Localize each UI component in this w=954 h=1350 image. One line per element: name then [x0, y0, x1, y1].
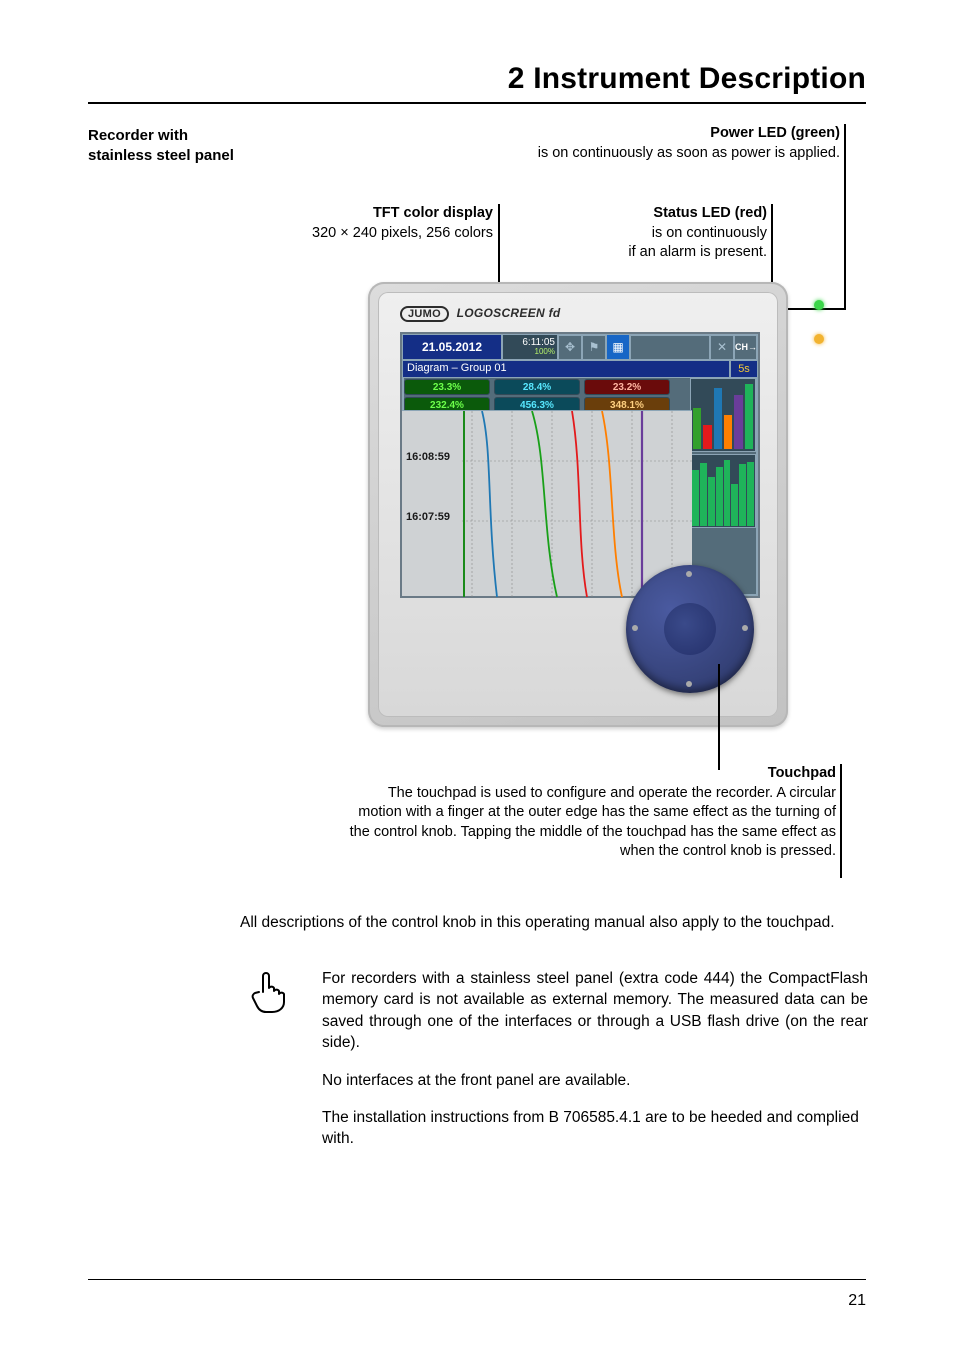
trend-lines: [402, 411, 692, 597]
tft-screen[interactable]: 21.05.2012 6:11:05 100% ✥ ⚑ ▦ ✕ CH→ Diag…: [400, 332, 760, 598]
note-text: For recorders with a stainless steel pan…: [322, 968, 868, 1166]
power-led: [814, 300, 824, 310]
callout-status-led-title: Status LED (red): [653, 205, 767, 221]
callout-power-led: Power LED (green) is on continuously as …: [470, 124, 840, 163]
status-led: [814, 334, 824, 344]
nav-icon[interactable]: ✥: [558, 334, 582, 360]
callout-status-led-text2: if an alarm is present.: [628, 244, 767, 260]
time-label: 16:08:59: [406, 451, 450, 463]
toolbar-spacer: [630, 334, 710, 360]
time-label: 16:07:59: [406, 511, 450, 523]
screen-date: 21.05.2012: [402, 334, 502, 360]
brand-model: LOGOSCREEN fd: [457, 306, 561, 320]
callout-power-led-text: is on continuously as soon as power is a…: [538, 145, 840, 161]
callout-tft-title: TFT color display: [373, 205, 493, 221]
recorder-device: JUMO LOGOSCREEN fd 21.05.2012 6:11:05 10…: [368, 282, 788, 727]
hand-pointer-icon: [240, 968, 296, 1166]
screen-battery: 100%: [535, 348, 555, 356]
value-badge: 23.2%: [584, 379, 670, 395]
note-p1: For recorders with a stainless steel pan…: [322, 968, 868, 1054]
callout-power-led-title: Power LED (green): [710, 125, 840, 141]
note-p3: The installation instructions from B 706…: [322, 1107, 868, 1150]
value-badge: 28.4%: [494, 379, 580, 395]
callout-status-led: Status LED (red) is on continuously if a…: [567, 204, 767, 263]
brand-logo: JUMO: [400, 306, 449, 322]
flag-icon[interactable]: ⚑: [582, 334, 606, 360]
leader-line: [844, 124, 846, 310]
channel-icon[interactable]: CH→: [734, 334, 758, 360]
chapter-title: 2 Instrument Description: [88, 62, 866, 104]
value-badge: 23.3%: [404, 379, 490, 395]
table-icon[interactable]: ▦: [606, 334, 630, 360]
callout-tft: TFT color display 320 × 240 pixels, 256 …: [273, 204, 493, 243]
bar-group: [690, 378, 756, 452]
screen-group-label: Diagram – Group 01: [402, 360, 730, 378]
callout-touchpad: Touchpad The touchpad is used to configu…: [346, 764, 836, 862]
callout-status-led-text1: is on continuously: [652, 225, 767, 241]
trend-chart: 16:08:59 16:07:59: [402, 410, 692, 596]
callout-tft-text: 320 × 240 pixels, 256 colors: [312, 225, 493, 241]
note-p2: No interfaces at the front panel are ava…: [322, 1070, 868, 1091]
side-label: Recorder with stainless steel panel: [88, 126, 238, 167]
touchpad[interactable]: [626, 565, 754, 693]
recorder-bezel: JUMO LOGOSCREEN fd 21.05.2012 6:11:05 10…: [378, 292, 778, 717]
page-number: 21: [848, 1292, 866, 1310]
note-block: For recorders with a stainless steel pan…: [240, 968, 868, 1166]
leader-line: [840, 764, 842, 878]
callout-touchpad-text: The touchpad is used to configure and op…: [350, 785, 836, 860]
bar-group: [690, 454, 756, 528]
screen-time: 6:11:05 100%: [502, 334, 558, 360]
leader-line: [718, 664, 720, 770]
screen-refresh: 5s: [730, 360, 758, 378]
tool-icon[interactable]: ✕: [710, 334, 734, 360]
device-brand: JUMO LOGOSCREEN fd: [400, 306, 561, 322]
footer-rule: [88, 1279, 866, 1281]
callout-touchpad-title: Touchpad: [768, 765, 836, 781]
body-paragraph: All descriptions of the control knob in …: [240, 912, 868, 933]
